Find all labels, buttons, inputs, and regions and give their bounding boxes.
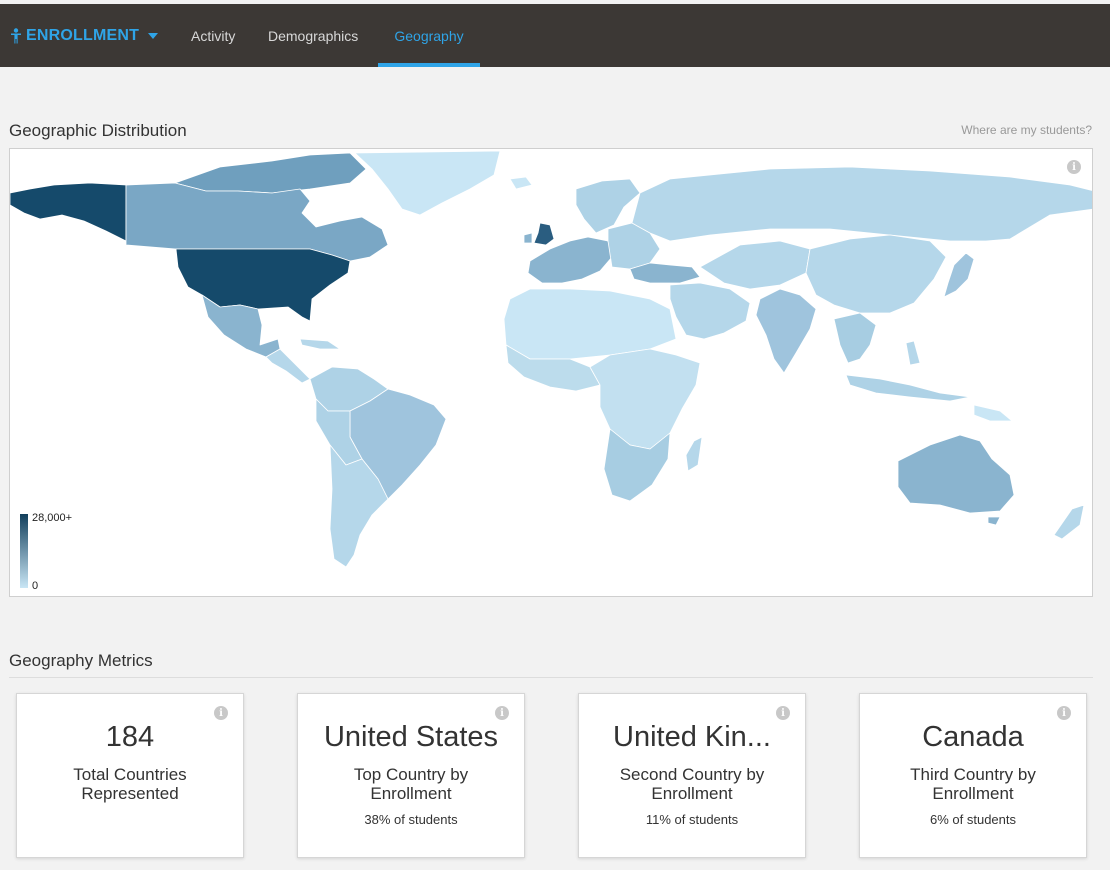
metric-card-top-country: i United States Top Country by Enrollmen… bbox=[297, 693, 525, 858]
india-region bbox=[755, 288, 817, 374]
ireland-region bbox=[523, 232, 533, 244]
info-icon[interactable]: i bbox=[495, 706, 509, 720]
metric-card-third-country: i Canada Third Country by Enrollment 6% … bbox=[859, 693, 1087, 858]
metric-label: Third Country by Enrollment bbox=[910, 765, 1036, 803]
metric-label: Top Country by Enrollment bbox=[353, 765, 469, 803]
person-icon bbox=[11, 27, 21, 43]
uk-region bbox=[533, 222, 555, 246]
north-africa-region bbox=[503, 288, 677, 360]
tab-demographics[interactable]: Demographics bbox=[268, 4, 358, 67]
legend-color-scale bbox=[20, 514, 28, 588]
philippines-region bbox=[905, 340, 921, 366]
info-icon[interactable]: i bbox=[1057, 706, 1071, 720]
enrollment-menu-button[interactable]: ENROLLMENT bbox=[10, 4, 159, 67]
greenland-region bbox=[354, 150, 501, 216]
metric-label: Second Country by Enrollment bbox=[619, 765, 765, 803]
metric-subtext: 11% of students bbox=[645, 812, 739, 827]
caribbean-region bbox=[299, 338, 341, 350]
tasmania-region bbox=[987, 516, 1001, 526]
japan-region bbox=[943, 252, 975, 298]
tab-geography[interactable]: Geography bbox=[378, 4, 480, 67]
metric-label: Total Countries Represented bbox=[73, 765, 187, 803]
chevron-down-icon bbox=[148, 32, 159, 39]
china-region bbox=[805, 234, 947, 314]
metric-card-second-country: i United Kin... Second Country by Enroll… bbox=[578, 693, 806, 858]
metric-subtext: 6% of students bbox=[930, 812, 1016, 827]
madagascar-region bbox=[685, 436, 703, 472]
top-nav-bar: ENROLLMENT Activity Demographics Geograp… bbox=[0, 4, 1110, 67]
southeast-asia-region bbox=[833, 312, 877, 364]
central-america-region bbox=[265, 348, 311, 384]
papua-region bbox=[973, 404, 1013, 422]
metrics-divider bbox=[9, 677, 1093, 678]
metric-value: United States bbox=[323, 721, 499, 753]
russia-region bbox=[631, 166, 1092, 242]
new-zealand-region bbox=[1053, 504, 1085, 540]
central-asia-region bbox=[699, 240, 811, 290]
world-map-panel: i 28,000+ 0 bbox=[9, 148, 1093, 597]
legend-max-label: 28,000+ bbox=[32, 512, 73, 524]
info-icon[interactable]: i bbox=[776, 706, 790, 720]
legend-min-label: 0 bbox=[32, 580, 39, 592]
arctic-islands-region bbox=[174, 152, 367, 194]
indonesia-region bbox=[845, 374, 971, 402]
turkey-region bbox=[629, 262, 701, 284]
metric-value: Canada bbox=[922, 721, 1024, 753]
world-choropleth-map[interactable] bbox=[10, 149, 1093, 597]
alaska-region bbox=[10, 182, 127, 242]
info-icon[interactable]: i bbox=[214, 706, 228, 720]
middle-east-region bbox=[669, 282, 751, 340]
metric-value: United Kin... bbox=[613, 721, 771, 753]
where-are-my-students-link[interactable]: Where are my students? bbox=[961, 123, 1092, 137]
central-africa-region bbox=[589, 348, 701, 450]
tab-activity[interactable]: Activity bbox=[191, 4, 235, 67]
metrics-section-title: Geography Metrics bbox=[9, 651, 153, 670]
map-section-title: Geographic Distribution bbox=[9, 121, 187, 140]
australia-region bbox=[897, 434, 1015, 514]
brand-label: ENROLLMENT bbox=[26, 26, 140, 44]
metric-subtext: 38% of students bbox=[364, 812, 458, 827]
map-info-icon[interactable]: i bbox=[1067, 160, 1081, 174]
iceland-region bbox=[509, 176, 533, 190]
metric-value: 184 bbox=[105, 721, 155, 753]
usa-region bbox=[175, 248, 351, 322]
metric-card-total-countries: i 184 Total Countries Represented bbox=[16, 693, 244, 858]
